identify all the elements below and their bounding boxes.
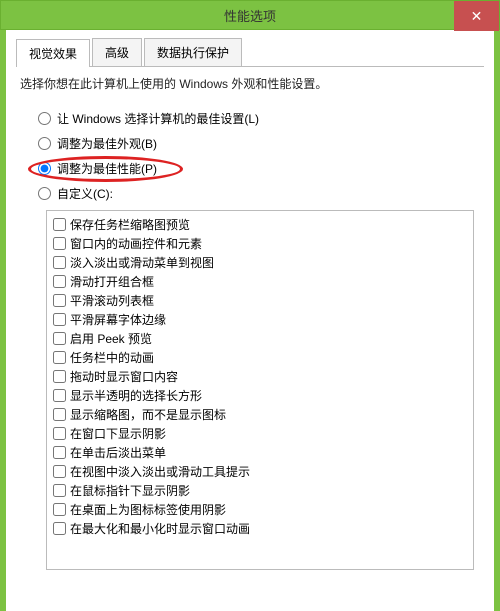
check-item-16: 在最大化和最小化时显示窗口动画: [51, 519, 469, 538]
check-item-9: 显示半透明的选择长方形: [51, 386, 469, 405]
check-item-12: 在单击后淡出菜单: [51, 443, 469, 462]
check-item-4: 平滑滚动列表框: [51, 291, 469, 310]
tab-0[interactable]: 视觉效果: [16, 39, 90, 67]
checkbox-label-15[interactable]: 在桌面上为图标标签使用阴影: [70, 501, 226, 518]
checkbox-label-2[interactable]: 淡入淡出或滑动菜单到视图: [70, 254, 214, 271]
radio-input-3[interactable]: [38, 187, 51, 200]
radio-label-3[interactable]: 自定义(C):: [57, 185, 113, 202]
radio-input-1[interactable]: [38, 137, 51, 150]
check-item-8: 拖动时显示窗口内容: [51, 367, 469, 386]
checkbox-label-5[interactable]: 平滑屏幕字体边缘: [70, 311, 166, 328]
checkbox-label-6[interactable]: 启用 Peek 预览: [70, 330, 152, 347]
close-icon: ✕: [471, 8, 483, 25]
checkbox-3[interactable]: [53, 275, 66, 288]
checkbox-13[interactable]: [53, 465, 66, 478]
checkbox-label-4[interactable]: 平滑滚动列表框: [70, 292, 154, 309]
checkbox-label-10[interactable]: 显示缩略图，而不是显示图标: [70, 406, 226, 423]
titlebar: 性能选项 ✕: [0, 0, 500, 30]
checkbox-9[interactable]: [53, 389, 66, 402]
radio-item-3: 自定义(C):: [38, 185, 484, 202]
checkbox-label-14[interactable]: 在鼠标指针下显示阴影: [70, 482, 190, 499]
check-item-5: 平滑屏幕字体边缘: [51, 310, 469, 329]
check-item-13: 在视图中淡入淡出或滑动工具提示: [51, 462, 469, 481]
checkbox-8[interactable]: [53, 370, 66, 383]
checkbox-label-12[interactable]: 在单击后淡出菜单: [70, 444, 166, 461]
check-item-6: 启用 Peek 预览: [51, 329, 469, 348]
window-body: 视觉效果高级数据执行保护 选择你想在此计算机上使用的 Windows 外观和性能…: [0, 30, 500, 611]
checkbox-0[interactable]: [53, 218, 66, 231]
window-title: 性能选项: [224, 6, 276, 25]
checkbox-label-13[interactable]: 在视图中淡入淡出或滑动工具提示: [70, 463, 250, 480]
tab-2[interactable]: 数据执行保护: [144, 38, 242, 66]
check-item-10: 显示缩略图，而不是显示图标: [51, 405, 469, 424]
check-item-11: 在窗口下显示阴影: [51, 424, 469, 443]
checkbox-11[interactable]: [53, 427, 66, 440]
check-item-14: 在鼠标指针下显示阴影: [51, 481, 469, 500]
checkbox-label-3[interactable]: 滑动打开组合框: [70, 273, 154, 290]
checkbox-6[interactable]: [53, 332, 66, 345]
checkbox-10[interactable]: [53, 408, 66, 421]
radio-item-2: 调整为最佳性能(P): [38, 160, 484, 177]
tab-row: 视觉效果高级数据执行保护: [16, 38, 484, 67]
check-item-0: 保存任务栏缩略图预览: [51, 215, 469, 234]
radio-label-2[interactable]: 调整为最佳性能(P): [57, 160, 157, 177]
checkbox-label-11[interactable]: 在窗口下显示阴影: [70, 425, 166, 442]
check-item-7: 任务栏中的动画: [51, 348, 469, 367]
check-item-3: 滑动打开组合框: [51, 272, 469, 291]
checkbox-label-8[interactable]: 拖动时显示窗口内容: [70, 368, 178, 385]
radio-item-1: 调整为最佳外观(B): [38, 135, 484, 152]
check-item-15: 在桌面上为图标标签使用阴影: [51, 500, 469, 519]
checkbox-5[interactable]: [53, 313, 66, 326]
checkbox-12[interactable]: [53, 446, 66, 459]
checkbox-2[interactable]: [53, 256, 66, 269]
checkbox-label-0[interactable]: 保存任务栏缩略图预览: [70, 216, 190, 233]
radio-item-0: 让 Windows 选择计算机的最佳设置(L): [38, 110, 484, 127]
radio-input-2[interactable]: [38, 162, 51, 175]
description-text: 选择你想在此计算机上使用的 Windows 外观和性能设置。: [20, 75, 480, 92]
checkbox-label-9[interactable]: 显示半透明的选择长方形: [70, 387, 202, 404]
radio-label-0[interactable]: 让 Windows 选择计算机的最佳设置(L): [57, 110, 259, 127]
radio-input-0[interactable]: [38, 112, 51, 125]
checkbox-16[interactable]: [53, 522, 66, 535]
radio-group: 让 Windows 选择计算机的最佳设置(L) 调整为最佳外观(B) 调整为最佳性能…: [38, 110, 484, 202]
checkbox-4[interactable]: [53, 294, 66, 307]
checkbox-1[interactable]: [53, 237, 66, 250]
checkbox-label-1[interactable]: 窗口内的动画控件和元素: [70, 235, 202, 252]
checkbox-14[interactable]: [53, 484, 66, 497]
checkbox-list: 保存任务栏缩略图预览窗口内的动画控件和元素淡入淡出或滑动菜单到视图滑动打开组合框…: [46, 210, 474, 570]
checkbox-7[interactable]: [53, 351, 66, 364]
checkbox-label-7[interactable]: 任务栏中的动画: [70, 349, 154, 366]
close-button[interactable]: ✕: [454, 1, 499, 31]
check-item-2: 淡入淡出或滑动菜单到视图: [51, 253, 469, 272]
checkbox-15[interactable]: [53, 503, 66, 516]
check-item-1: 窗口内的动画控件和元素: [51, 234, 469, 253]
radio-label-1[interactable]: 调整为最佳外观(B): [57, 135, 157, 152]
tab-1[interactable]: 高级: [92, 38, 142, 66]
checkbox-label-16[interactable]: 在最大化和最小化时显示窗口动画: [70, 520, 250, 537]
